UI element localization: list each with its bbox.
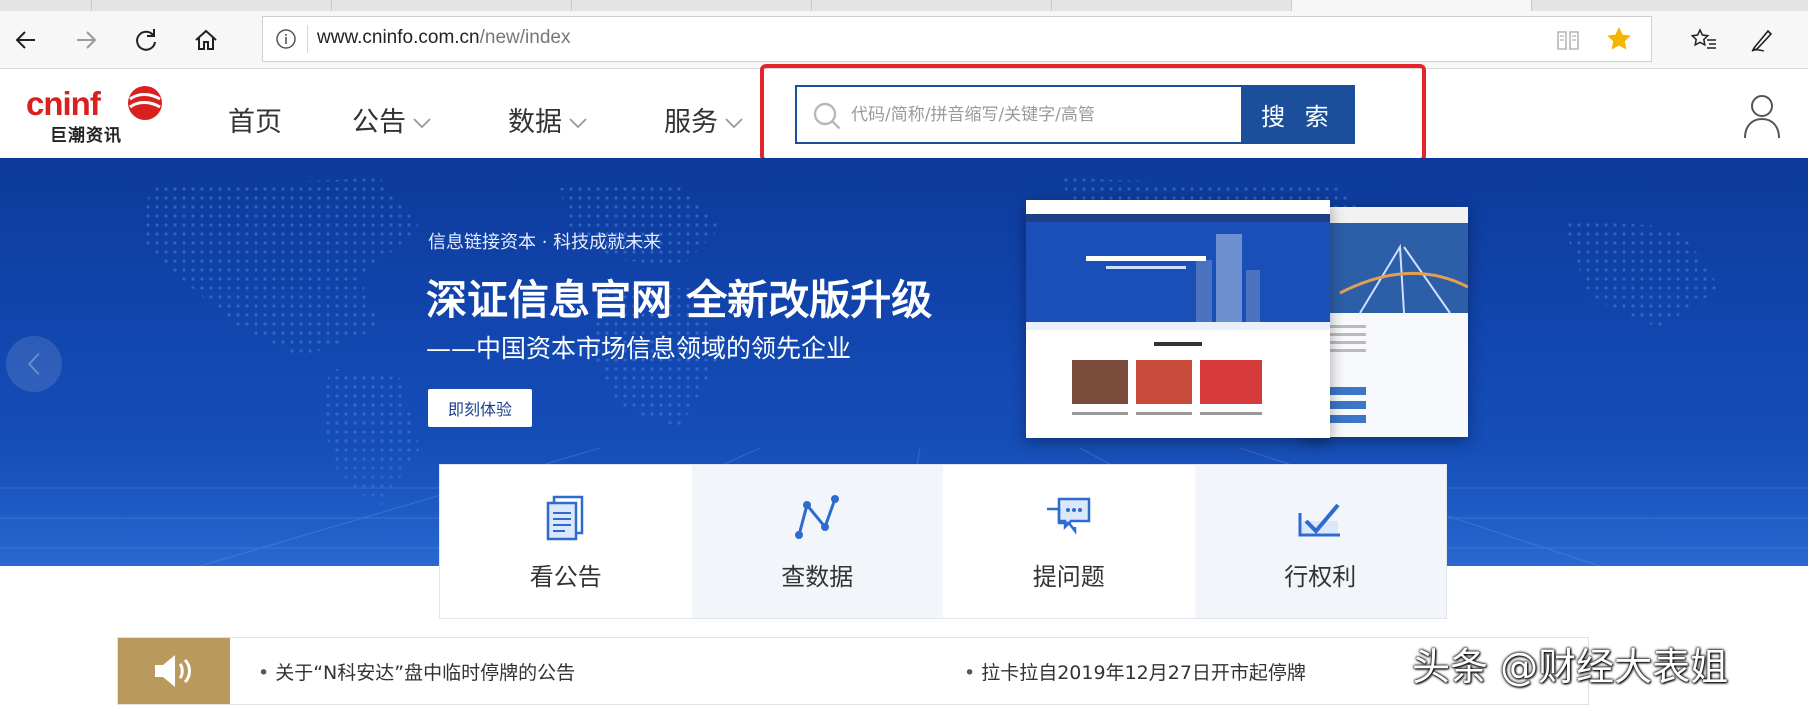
check-chart-icon xyxy=(1298,503,1341,537)
logo-wordmark: cninf xyxy=(26,85,101,122)
site-logo[interactable]: cninf 巨潮资讯 xyxy=(26,83,166,146)
browser-tab[interactable] xyxy=(92,0,332,11)
info-icon[interactable] xyxy=(275,28,297,50)
chat-bubble-icon xyxy=(1046,497,1090,535)
nav-label: 数据 xyxy=(508,107,562,138)
chevron-down-icon xyxy=(569,117,587,128)
notice-link[interactable]: 拉卡拉自2019年12月27日开市起停牌 xyxy=(964,658,1306,685)
notice-bar: 关于“N科安达”盘中临时停牌的公告 拉卡拉自2019年12月27日开市起停牌 xyxy=(117,637,1589,705)
home-icon xyxy=(195,29,217,50)
browser-tab-active[interactable] xyxy=(1292,0,1532,11)
tile-label: 看公告 xyxy=(529,563,602,591)
url-domain: www.cninfo.com.cn xyxy=(317,27,480,48)
mockup-illustration xyxy=(1026,200,1330,438)
chevron-down-icon xyxy=(413,117,431,128)
carousel-prev-button[interactable] xyxy=(6,336,62,392)
user-icon[interactable] xyxy=(1742,92,1782,140)
hero-title: 深证信息官网 全新改版升级 xyxy=(426,276,933,324)
chevron-left-icon xyxy=(27,352,40,376)
line-chart-icon xyxy=(795,495,840,539)
address-bar[interactable]: www.cninfo.com.cn/new/index xyxy=(262,16,1652,62)
tile-query-data[interactable]: 查数据 xyxy=(691,465,943,618)
url-text[interactable]: www.cninfo.com.cn/new/index xyxy=(317,27,570,49)
tile-view-announcements[interactable]: 看公告 xyxy=(440,465,692,618)
refresh-icon xyxy=(136,29,156,51)
logo-chinese: 巨潮资讯 xyxy=(50,126,122,146)
tile-label: 行权利 xyxy=(1284,563,1357,591)
nav-announcements[interactable]: 公告 xyxy=(352,100,432,139)
home-button[interactable] xyxy=(186,21,226,59)
url-path: /new/index xyxy=(479,27,571,48)
nav-home[interactable]: 首页 xyxy=(228,100,282,139)
browser-tab[interactable] xyxy=(332,0,572,11)
speaker-icon xyxy=(155,655,191,687)
search-highlight-box xyxy=(760,64,1426,162)
tile-label: 查数据 xyxy=(781,563,854,591)
notice-link[interactable]: 关于“N科安达”盘中临时停牌的公告 xyxy=(258,658,575,685)
nav-label: 公告 xyxy=(352,107,406,138)
reading-view-icon[interactable] xyxy=(1555,27,1581,53)
nav-label: 服务 xyxy=(664,107,718,138)
logo-mark-icon xyxy=(128,86,162,120)
website-mockup-front xyxy=(1026,200,1330,438)
browser-tab-strip xyxy=(0,0,1808,11)
address-separator xyxy=(307,25,308,53)
nav-services[interactable]: 服务 xyxy=(664,100,744,139)
favorites-button[interactable] xyxy=(1684,21,1724,59)
refresh-button[interactable] xyxy=(126,21,166,59)
tile-ask-question[interactable]: 提问题 xyxy=(943,465,1195,618)
tile-exercise-rights[interactable]: 行权利 xyxy=(1194,465,1446,618)
browser-tab[interactable] xyxy=(1052,0,1292,11)
browser-tab[interactable] xyxy=(0,0,92,11)
forward-button[interactable] xyxy=(66,21,106,59)
favorite-star-icon[interactable] xyxy=(1605,25,1633,53)
arrow-left-icon xyxy=(15,31,35,49)
try-now-button[interactable]: 即刻体验 xyxy=(428,389,532,427)
tile-label: 提问题 xyxy=(1032,563,1105,591)
hero-tagline: 信息链接资本 · 科技成就未来 xyxy=(428,232,662,253)
hero-subtitle: ——中国资本市场信息领域的领先企业 xyxy=(426,334,852,363)
pen-icon xyxy=(1751,29,1773,52)
browser-tab[interactable] xyxy=(572,0,812,11)
nav-data[interactable]: 数据 xyxy=(508,100,588,139)
arrow-right-icon xyxy=(77,31,97,49)
nav-label: 首页 xyxy=(228,107,282,138)
notes-button[interactable] xyxy=(1742,21,1782,59)
browser-toolbar: www.cninfo.com.cn/new/index xyxy=(0,11,1808,69)
document-icon xyxy=(546,495,583,541)
chevron-down-icon xyxy=(725,117,743,128)
quick-entry-tiles: 看公告 查数据 提问题 行权利 xyxy=(439,464,1447,619)
browser-tab[interactable] xyxy=(812,0,1052,11)
favorites-list-icon xyxy=(1691,28,1716,49)
back-button[interactable] xyxy=(6,21,46,59)
notice-icon-box xyxy=(118,638,230,704)
watermark: 头条 @财经大表姐 xyxy=(1412,645,1729,689)
